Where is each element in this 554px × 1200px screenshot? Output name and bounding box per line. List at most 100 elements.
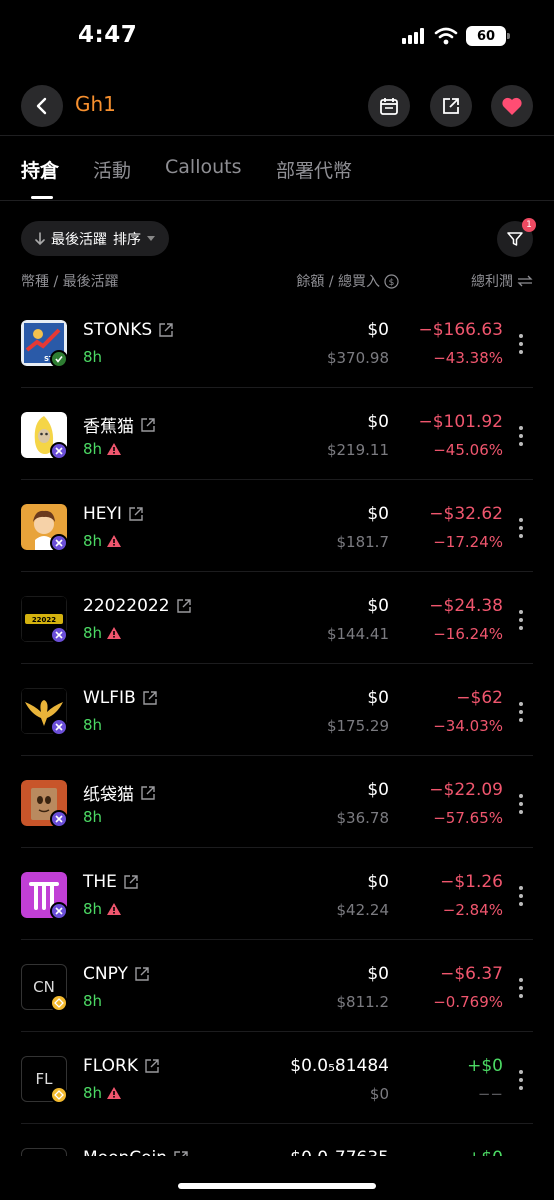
external-link-icon[interactable] — [134, 966, 150, 982]
pnl-percent: −0.769% — [433, 993, 503, 1011]
calendar-button[interactable] — [368, 85, 410, 127]
calendar-icon — [380, 98, 398, 115]
total-bought-value: $36.78 — [336, 809, 390, 827]
tab-holdings[interactable]: 持倉 — [21, 156, 59, 183]
chevron-left-icon — [36, 97, 47, 115]
column-header-pnl[interactable]: 總利潤 — [471, 271, 533, 291]
last-active: 8h — [83, 1084, 122, 1102]
token-name: FLORK — [83, 1056, 160, 1076]
total-bought-value: $42.24 — [336, 901, 390, 919]
sort-label: 最後活躍 — [51, 231, 107, 248]
last-active: 8h — [83, 624, 122, 642]
last-active: 8h — [83, 532, 122, 550]
sort-button[interactable]: 最後活躍 排序 — [21, 221, 169, 256]
holding-row[interactable]: 22022 22022022 8h $0 $144.41 −$24.38 −16… — [0, 572, 554, 664]
status-time: 4:47 — [78, 22, 138, 48]
age-text: 8h — [83, 900, 103, 918]
total-bought-value: $144.41 — [326, 625, 389, 643]
warning-icon — [107, 627, 122, 639]
more-options-icon[interactable] — [518, 978, 524, 998]
balance-value: $0.0₅77635 — [290, 1148, 389, 1156]
filter-icon — [507, 232, 523, 246]
battery-indicator: 60 — [466, 26, 510, 46]
svg-text:$: $ — [389, 278, 395, 288]
balance-value: $0 — [367, 596, 389, 616]
more-options-icon[interactable] — [518, 886, 524, 906]
home-indicator[interactable] — [178, 1183, 376, 1189]
more-options-icon[interactable] — [518, 334, 524, 354]
holdings-list: STO STONKS 8h $0 $370.98 −$166.63 −43.38… — [0, 296, 554, 1156]
external-link-icon[interactable] — [140, 785, 156, 801]
external-link-icon[interactable] — [140, 417, 156, 433]
caret-down-icon — [147, 235, 155, 241]
more-options-icon[interactable] — [518, 1070, 524, 1090]
total-bought-value: $370.98 — [326, 349, 389, 367]
more-options-icon[interactable] — [518, 610, 524, 630]
balance-value: $0 — [367, 964, 389, 984]
more-options-icon[interactable] — [518, 702, 524, 722]
token-name: MoonCoin — [83, 1148, 189, 1156]
x-chain-badge-icon — [50, 442, 68, 460]
total-bought-value: $181.7 — [336, 533, 390, 551]
token-name-text: CNPY — [83, 964, 128, 984]
swap-arrows-icon — [517, 275, 533, 287]
balance-value: $0 — [367, 872, 389, 892]
token-name: 香蕉猫 — [83, 412, 156, 437]
external-link-icon[interactable] — [158, 322, 174, 338]
pnl-percent: −57.65% — [433, 809, 503, 827]
age-text: 8h — [83, 348, 103, 366]
holding-row[interactable]: 纸袋猫 8h $0 $36.78 −$22.09 −57.65% — [0, 756, 554, 848]
external-link-icon[interactable] — [144, 1058, 160, 1074]
last-active: 8h — [83, 716, 102, 734]
external-link-icon[interactable] — [128, 506, 144, 522]
external-link-icon[interactable] — [173, 1150, 189, 1156]
warning-icon — [107, 903, 122, 915]
token-name: HEYI — [83, 504, 144, 524]
more-options-icon[interactable] — [518, 794, 524, 814]
status-bar: 4:47 60 — [0, 0, 554, 75]
token-name: CNPY — [83, 964, 150, 984]
holding-row[interactable]: THE 8h $0 $42.24 −$1.26 −2.84% — [0, 848, 554, 940]
token-name-text: 22022022 — [83, 596, 170, 616]
more-options-icon[interactable] — [518, 426, 524, 446]
svg-text:22022: 22022 — [32, 616, 56, 624]
nav-bar: Gh1 — [0, 83, 554, 129]
holding-row[interactable]: MoonCoin $0.0₅77635 +$0 — [0, 1124, 554, 1156]
holding-row[interactable]: 香蕉猫 8h $0 $219.11 −$101.92 −45.06% — [0, 388, 554, 480]
favorite-button[interactable] — [491, 85, 533, 127]
holding-row[interactable]: STO STONKS 8h $0 $370.98 −$166.63 −43.38… — [0, 296, 554, 388]
tab-callouts[interactable]: Callouts — [165, 156, 241, 178]
warning-icon — [107, 1087, 122, 1099]
pnl-value: −$22.09 — [429, 780, 503, 800]
holding-row[interactable]: FL FLORK 8h $0.0₅81484 $0 +$0 −− — [0, 1032, 554, 1124]
total-bought-value: $219.11 — [326, 441, 389, 459]
pnl-percent: −16.24% — [433, 625, 503, 643]
tab-deployed-tokens[interactable]: 部署代幣 — [276, 156, 352, 183]
filter-count-badge: 1 — [522, 218, 536, 232]
arrow-down-icon — [35, 231, 45, 245]
back-button[interactable] — [21, 85, 63, 127]
tab-activity[interactable]: 活動 — [93, 156, 131, 183]
filter-button[interactable]: 1 — [497, 218, 536, 257]
pnl-percent: −43.38% — [433, 349, 503, 367]
last-active: 8h — [83, 808, 102, 826]
bnb-chain-badge-icon — [50, 1086, 68, 1104]
external-link-icon[interactable] — [176, 598, 192, 614]
holding-row[interactable]: WLFIB 8h $0 $175.29 −$62 −34.03% — [0, 664, 554, 756]
token-name-text: 香蕉猫 — [83, 417, 134, 437]
x-chain-badge-icon — [50, 810, 68, 828]
external-link-icon[interactable] — [123, 874, 139, 890]
holding-row[interactable]: CN CNPY 8h $0 $811.2 −$6.37 −0.769% — [0, 940, 554, 1032]
external-link-icon[interactable] — [142, 690, 158, 706]
bnb-chain-badge-icon — [50, 994, 68, 1012]
token-name: 纸袋猫 — [83, 780, 156, 805]
pnl-percent: −− — [477, 1085, 503, 1103]
check-chain-badge-icon — [50, 350, 68, 368]
more-options-icon[interactable] — [518, 518, 524, 538]
holding-row[interactable]: HEYI 8h $0 $181.7 −$32.62 −17.24% — [0, 480, 554, 572]
external-share-icon — [443, 98, 459, 114]
token-name-text: STONKS — [83, 320, 153, 340]
x-chain-badge-icon — [50, 534, 68, 552]
share-button[interactable] — [430, 85, 472, 127]
balance-value: $0 — [367, 412, 389, 432]
